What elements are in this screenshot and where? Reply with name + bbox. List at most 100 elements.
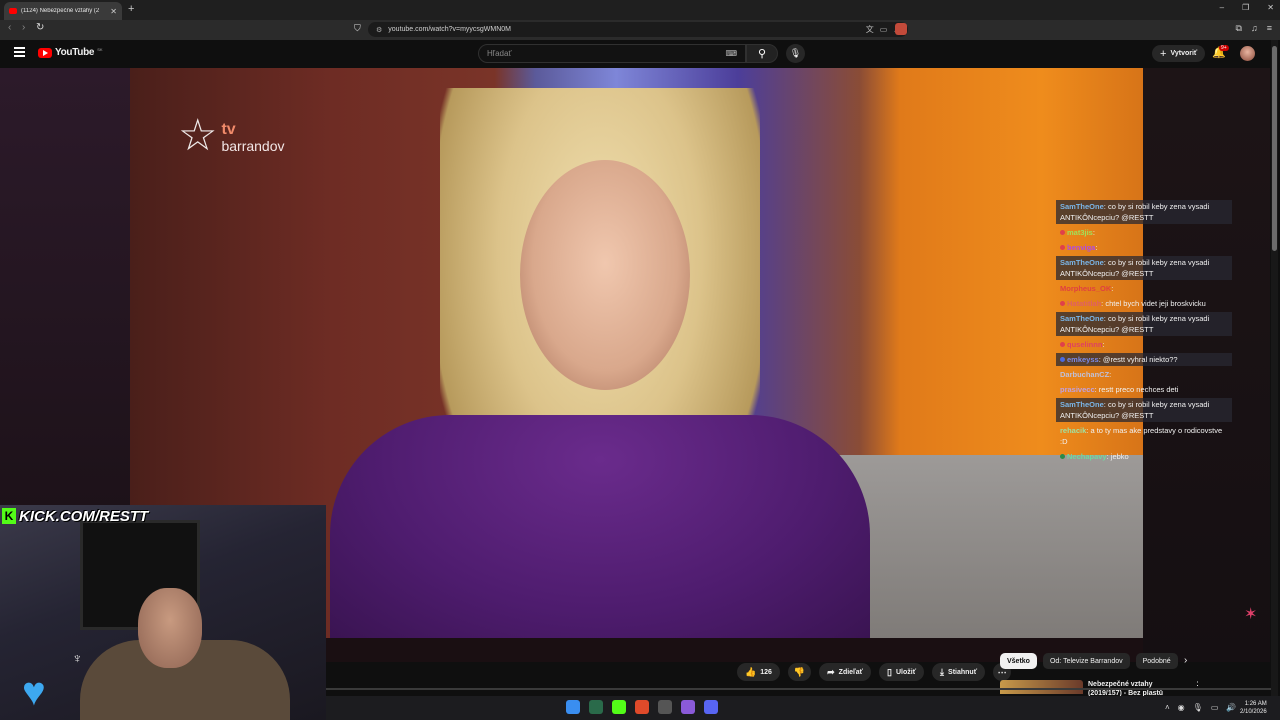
site-info-icon[interactable]: ⚙ xyxy=(376,26,382,34)
logo-channel-text: barrandov xyxy=(221,138,285,154)
chip-related[interactable]: Podobné xyxy=(1135,653,1178,669)
chat-username: DarbuchanCZ xyxy=(1060,370,1110,379)
reload-icon[interactable]: ↻ xyxy=(36,22,44,33)
url-text: youtube.com/watch?v=myycsgWMN0M xyxy=(388,26,512,33)
tab-close-icon[interactable]: ✕ xyxy=(110,7,117,16)
address-bar[interactable]: ⚙ youtube.com/watch?v=myycsgWMN0M 文 ▭ ↗ xyxy=(368,22,908,37)
bookmark-icon[interactable]: ⛉ xyxy=(354,23,361,34)
search-input[interactable]: Hľadať ⌨ xyxy=(478,44,746,63)
translate-icon[interactable]: 文 xyxy=(866,24,874,35)
tray-app-icon[interactable]: ◉ xyxy=(1178,703,1185,712)
taskbar-clock[interactable]: 1:26 AM 2/10/2026 xyxy=(1240,700,1267,716)
media-icon[interactable]: ♫ xyxy=(1251,23,1258,34)
keyboard-icon[interactable]: ⌨ xyxy=(725,49,737,58)
youtube-wordmark: YouTube xyxy=(55,47,95,58)
hamburger-menu-icon[interactable] xyxy=(14,47,25,57)
chevron-right-icon[interactable]: › xyxy=(1184,655,1187,666)
live-chat-overlay: SamTheOne: co by si robil keby zena vysa… xyxy=(1056,200,1232,465)
share-label: Zdieľať xyxy=(838,668,864,676)
tray-mic-icon[interactable]: 🎙 xyxy=(1193,703,1203,712)
tray-overflow-icon[interactable]: ˄ xyxy=(1165,703,1170,712)
thumbs-down-icon: 👎 xyxy=(793,666,806,677)
share-button[interactable]: ➦ Zdieľať xyxy=(819,663,872,681)
kick-logo-icon: K xyxy=(2,508,16,524)
tv-barrandov-logo: ☆ tv barrandov xyxy=(178,114,285,158)
download-label: Stiahnuť xyxy=(948,668,978,676)
chat-username: emkeyss xyxy=(1067,355,1099,364)
chip-all[interactable]: Všetko xyxy=(1000,653,1037,669)
back-arrow-icon[interactable]: ‹ xyxy=(8,22,11,33)
chat-username: Hatatitlah xyxy=(1067,299,1102,308)
video-progress-bar[interactable] xyxy=(326,688,1271,690)
chat-message: quselinnn: xyxy=(1056,338,1232,351)
related-filter-chips: Všetko Od: Televize Barrandov Podobné xyxy=(1000,653,1178,669)
browser-extensions: ⧉ ♫ ≡ xyxy=(1236,23,1272,34)
chat-message: Nechapavy: jebko xyxy=(1056,450,1232,463)
country-code: SK xyxy=(97,47,103,52)
windows-start-icon[interactable] xyxy=(566,700,580,714)
minimize-button[interactable]: – xyxy=(1220,3,1224,12)
create-button[interactable]: + Vytvoriť xyxy=(1152,45,1206,62)
brave-browser-icon[interactable] xyxy=(635,700,649,714)
chat-message: rehacik: a to ty mas ake predstavy o rod… xyxy=(1056,424,1232,448)
chat-username: SamTheOne xyxy=(1060,258,1104,267)
new-tab-button[interactable]: + xyxy=(128,3,134,15)
bookmark-save-icon: ▯ xyxy=(887,666,892,677)
kick-url: KICK.COM/RESTT xyxy=(19,507,149,525)
save-label: Uložiť xyxy=(895,668,917,676)
search-icon: ⚲ xyxy=(757,48,767,60)
chat-badge-icon xyxy=(1060,301,1065,306)
save-button[interactable]: ▯ Uložiť xyxy=(879,663,925,681)
menu-icon[interactable]: ≡ xyxy=(1267,23,1272,34)
chat-username: rehacik xyxy=(1060,426,1087,435)
forward-arrow-icon[interactable]: › xyxy=(22,22,25,33)
volume-icon[interactable]: 🔊 xyxy=(1226,703,1236,712)
brave-shield-icon[interactable] xyxy=(895,23,907,35)
chat-username: SamTheOne xyxy=(1060,400,1104,409)
windows-taskbar xyxy=(326,696,1280,720)
download-button[interactable]: ⤓ Stiahnuť xyxy=(932,663,986,681)
share-icon: ➦ xyxy=(827,666,835,677)
cast-icon[interactable]: ▭ xyxy=(880,25,888,34)
extensions-icon[interactable]: ⧉ xyxy=(1236,23,1242,34)
obs-icon[interactable] xyxy=(658,700,672,714)
search-placeholder: Hľadať xyxy=(487,49,512,58)
avatar[interactable] xyxy=(1240,46,1255,61)
blue-heart-icon: ♥ xyxy=(22,670,46,714)
chat-message: prasivecc: restt preco nechces deti xyxy=(1056,383,1232,396)
chat-message: emkeyss: @restt vyhral niekto?? xyxy=(1056,353,1232,366)
download-icon: ⤓ xyxy=(940,666,945,677)
chip-from-channel[interactable]: Od: Televize Barrandov xyxy=(1042,653,1130,669)
discord-icon[interactable] xyxy=(704,700,718,714)
kick-app-icon[interactable] xyxy=(612,700,626,714)
scrollbar-thumb[interactable] xyxy=(1272,46,1277,251)
chat-badge-icon xyxy=(1060,357,1065,362)
browser-tab[interactable]: (1124) Nebezpečné vztahy (2 ✕ xyxy=(4,2,122,20)
youtube-logo[interactable]: YouTube SK xyxy=(38,47,103,58)
clock-date: 2/10/2026 xyxy=(1240,709,1267,715)
close-window-button[interactable]: ✕ xyxy=(1267,3,1274,12)
suggested-video-thumbnail[interactable] xyxy=(1000,680,1083,694)
maximize-button[interactable]: ❐ xyxy=(1242,3,1249,12)
webcam-decoration-icon: ♆ xyxy=(72,650,83,666)
search-button[interactable]: ⚲ xyxy=(746,44,778,63)
chat-username: SamTheOne xyxy=(1060,314,1104,323)
thumbs-up-icon: 👍 xyxy=(745,666,757,677)
like-button[interactable]: 👍 126 xyxy=(737,663,780,681)
taskbar-apps xyxy=(566,700,718,714)
chat-separator: : xyxy=(1102,340,1105,349)
browser-tab-bar xyxy=(0,0,1280,20)
chat-message: SamTheOne: co by si robil keby zena vysa… xyxy=(1056,398,1232,422)
twitch-icon[interactable] xyxy=(681,700,695,714)
chat-text: @restt vyhral niekto?? xyxy=(1102,355,1178,364)
network-icon[interactable]: ▭ xyxy=(1211,703,1219,712)
voice-search-button[interactable]: 🎙 xyxy=(786,44,805,63)
chat-text: restt preco nechces deti xyxy=(1098,385,1179,394)
chat-username: prasivecc xyxy=(1060,385,1095,394)
clock-time: 1:26 AM xyxy=(1244,701,1267,707)
dislike-button[interactable]: 👎 xyxy=(787,663,812,681)
plus-icon: + xyxy=(1160,47,1167,60)
chat-message: mat3jis: xyxy=(1056,226,1232,239)
task-view-icon[interactable] xyxy=(589,700,603,714)
like-count: 126 xyxy=(760,668,772,676)
